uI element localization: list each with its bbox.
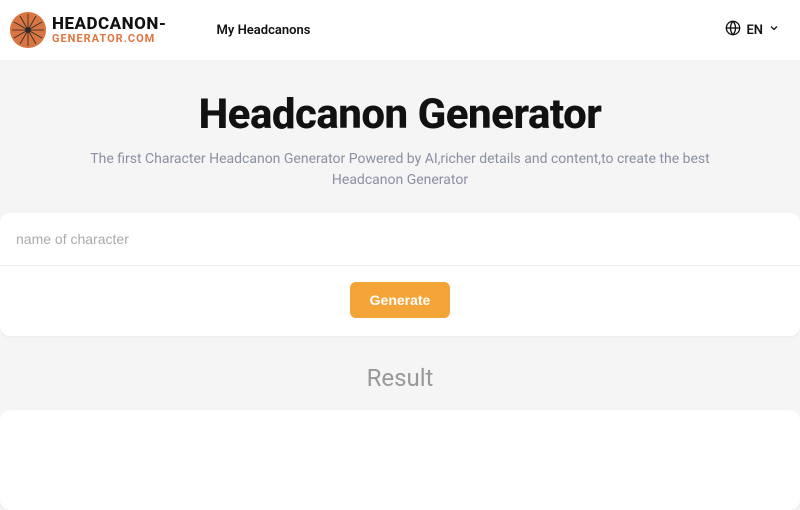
result-title: Result — [0, 364, 800, 392]
header-left: HEADCANON- GENERATOR.COM My Headcanons — [20, 12, 310, 48]
nav-my-headcanons[interactable]: My Headcanons — [217, 23, 311, 38]
character-name-input[interactable] — [0, 213, 800, 266]
page-title: Headcanon Generator — [0, 90, 800, 139]
logo-fan-icon — [10, 12, 46, 48]
globe-icon — [725, 20, 741, 40]
generate-button[interactable]: Generate — [350, 282, 451, 318]
chevron-down-icon — [768, 22, 780, 38]
logo[interactable]: HEADCANON- GENERATOR.COM — [20, 12, 167, 48]
logo-text-top: HEADCANON- — [52, 15, 167, 34]
main: Headcanon Generator The first Character … — [0, 60, 800, 510]
header: HEADCANON- GENERATOR.COM My Headcanons E… — [0, 0, 800, 60]
page-subtitle: The first Character Headcanon Generator … — [0, 149, 800, 191]
logo-text: HEADCANON- GENERATOR.COM — [52, 15, 167, 46]
language-selector[interactable]: EN — [725, 20, 780, 40]
language-label: EN — [746, 23, 763, 38]
result-card — [0, 410, 800, 510]
logo-text-bottom: GENERATOR.COM — [52, 33, 167, 45]
generator-card: Generate — [0, 213, 800, 336]
